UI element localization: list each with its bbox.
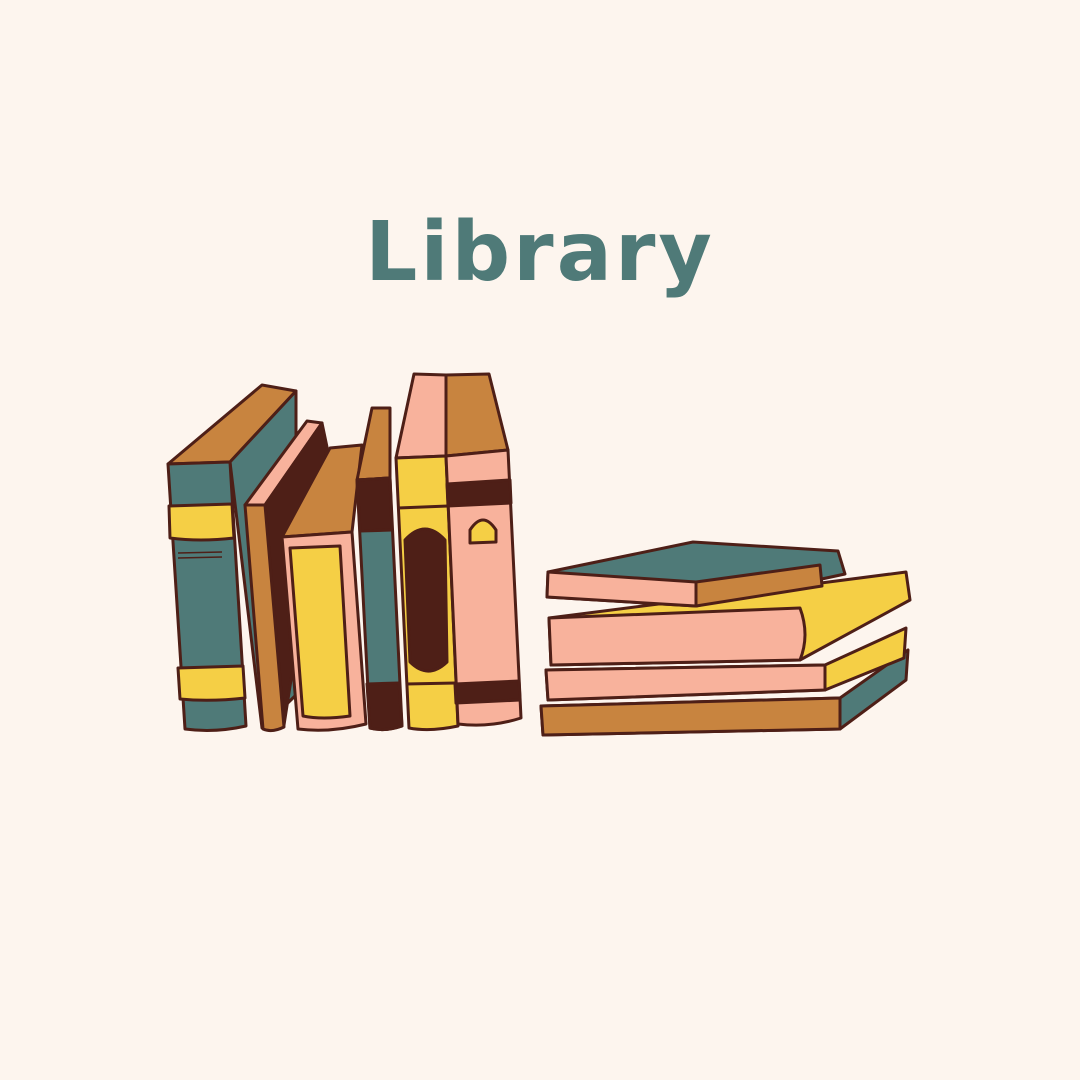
books-illustration [166,372,912,737]
book-stack [539,540,912,737]
salmon-book [444,372,523,727]
